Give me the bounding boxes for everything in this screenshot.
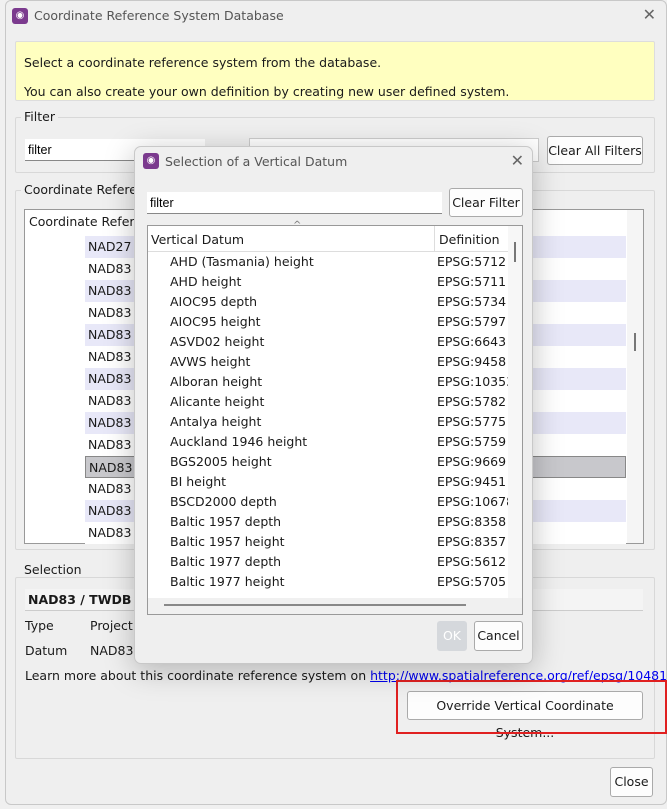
datum-definition: EPSG:8357 <box>437 534 507 549</box>
datum-name: BI height <box>170 474 227 489</box>
highlight-box <box>396 680 667 734</box>
datum-name: AVWS height <box>170 354 251 369</box>
datum-definition: EPSG:5782 <box>437 394 507 409</box>
datum-row[interactable]: AHD height EPSG:5711 <box>148 272 508 292</box>
horizontal-scrollbar[interactable] <box>148 598 522 614</box>
datum-name: AIOC95 depth <box>170 294 258 309</box>
datum-definition: EPSG:5705 <box>437 574 507 589</box>
filter-group-label: Filter <box>21 109 58 124</box>
datum-row[interactable]: Alicante height EPSG:5782 <box>148 392 508 412</box>
datum-name: Baltic 1957 depth <box>170 514 282 529</box>
window-title: Coordinate Reference System Database <box>34 8 284 23</box>
datum-row[interactable]: BSCD2000 depth EPSG:10678 <box>148 492 508 512</box>
datum-name: AIOC95 height <box>170 314 261 329</box>
datum-definition: EPSG:5759 <box>437 434 507 449</box>
crs-scrollbar[interactable] <box>627 210 643 543</box>
info-banner: Select a coordinate reference system fro… <box>15 41 655 101</box>
crs-column-header: Coordinate Refere <box>29 214 142 229</box>
clear-all-filters-button[interactable]: Clear All Filters <box>547 136 643 165</box>
datum-name: Alicante height <box>170 394 265 409</box>
datum-row[interactable]: BGS2005 height EPSG:9669 <box>148 452 508 472</box>
datum-row[interactable]: Baltic 1957 height EPSG:8357 <box>148 532 508 552</box>
datum-row[interactable]: Baltic 1977 depth EPSG:5612 <box>148 552 508 572</box>
column-header-vertical-datum[interactable]: Vertical Datum <box>151 232 244 247</box>
datum-name: ASVD02 height <box>170 334 265 349</box>
datum-definition: EPSG:9451 <box>437 474 507 489</box>
datum-row[interactable]: AIOC95 depth EPSG:5734 <box>148 292 508 312</box>
datum-row[interactable]: Auckland 1946 height EPSG:5759 <box>148 432 508 452</box>
datum-name: Alboran height <box>170 374 263 389</box>
datum-name: Auckland 1946 height <box>170 434 308 449</box>
datum-name: Baltic 1957 height <box>170 534 285 549</box>
vertical-datum-table[interactable]: ^ Vertical Datum Definition AHD (Tasmani… <box>147 220 523 615</box>
datum-row[interactable]: AVWS height EPSG:9458 <box>148 352 508 372</box>
column-header-definition[interactable]: Definition <box>434 226 504 252</box>
datum-label: Datum <box>25 643 68 658</box>
datum-name: Antalya height <box>170 414 262 429</box>
close-button[interactable]: Close <box>610 767 653 797</box>
cancel-button[interactable]: Cancel <box>474 621 523 651</box>
type-value: Project <box>90 618 133 633</box>
dialog-title: Selection of a Vertical Datum <box>165 154 348 169</box>
dialog-app-icon: ◉ <box>143 153 159 169</box>
datum-definition: EPSG:6643 <box>437 334 507 349</box>
info-text-2: You can also create your own definition … <box>24 84 510 99</box>
datum-definition: EPSG:5712 <box>437 254 507 269</box>
datum-definition: EPSG:8358 <box>437 514 507 529</box>
datum-name: BGS2005 height <box>170 454 272 469</box>
learn-more-label: Learn more about this coordinate referen… <box>25 668 371 683</box>
datum-name: AHD height <box>170 274 242 289</box>
datum-definition: EPSG:5612 <box>437 554 507 569</box>
datum-row[interactable]: Antalya height EPSG:5775 <box>148 412 508 432</box>
datum-name: AHD (Tasmania) height <box>170 254 314 269</box>
table-header: ^ Vertical Datum Definition <box>148 220 508 252</box>
datum-row[interactable]: BI height EPSG:9451 <box>148 472 508 492</box>
type-label: Type <box>25 618 54 633</box>
sort-ascending-icon: ^ <box>293 220 302 231</box>
datum-definition: EPSG:5734 <box>437 294 507 309</box>
datum-value: NAD83 <box>90 643 134 658</box>
datum-row[interactable]: Alboran height EPSG:10353 <box>148 372 508 392</box>
datum-definition: EPSG:10678 <box>437 494 508 509</box>
datum-definition: EPSG:5711 <box>437 274 507 289</box>
datum-definition: EPSG:5797 <box>437 314 507 329</box>
datum-name: BSCD2000 depth <box>170 494 277 509</box>
close-icon[interactable]: ✕ <box>643 5 656 24</box>
datum-row[interactable]: Baltic 1977 height EPSG:5705 <box>148 572 508 592</box>
selection-group-label: Selection <box>21 562 85 577</box>
dialog-close-icon[interactable]: ✕ <box>511 151 524 170</box>
info-text-1: Select a coordinate reference system fro… <box>24 55 382 70</box>
datum-definition: EPSG:9669 <box>437 454 507 469</box>
datum-row[interactable]: Baltic 1957 depth EPSG:8358 <box>148 512 508 532</box>
datum-row[interactable]: AIOC95 height EPSG:5797 <box>148 312 508 332</box>
datum-name: Baltic 1977 depth <box>170 554 282 569</box>
vertical-scrollbar[interactable] <box>508 226 522 598</box>
datum-filter-input[interactable] <box>147 192 442 214</box>
ok-button[interactable]: OK <box>437 621 467 651</box>
vertical-datum-dialog: ◉ Selection of a Vertical Datum ✕ Clear … <box>134 146 533 664</box>
datum-name: Baltic 1977 height <box>170 574 285 589</box>
datum-definition: EPSG:5775 <box>437 414 507 429</box>
datum-row[interactable]: ASVD02 height EPSG:6643 <box>148 332 508 352</box>
clear-filter-button[interactable]: Clear Filter <box>449 188 523 217</box>
datum-row[interactable]: AHD (Tasmania) height EPSG:5712 <box>148 252 508 272</box>
app-icon: ◉ <box>12 8 28 24</box>
datum-definition: EPSG:10353 <box>437 374 508 389</box>
datum-definition: EPSG:9458 <box>437 354 507 369</box>
